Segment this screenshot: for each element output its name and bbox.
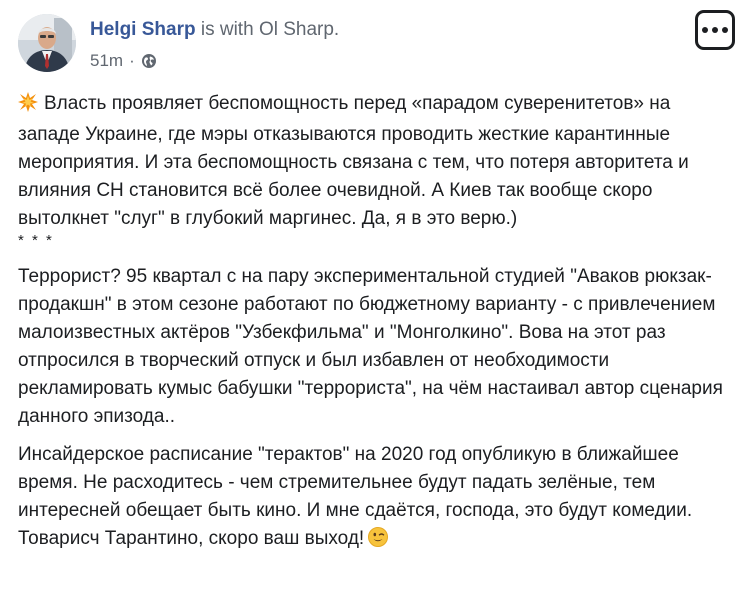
tagged-person[interactable]: Ol Sharp. xyxy=(259,19,339,40)
globe-icon[interactable] xyxy=(141,53,157,69)
facebook-post: Helgi Sharp is with Ol Sharp. 51m · Влас… xyxy=(0,0,740,590)
post-header: Helgi Sharp is with Ol Sharp. xyxy=(90,18,339,42)
avatar-photo xyxy=(18,14,76,72)
post-timestamp[interactable]: 51m xyxy=(90,50,123,72)
post-body: Власть проявляет беспомощность перед «па… xyxy=(18,90,730,556)
author-name[interactable]: Helgi Sharp xyxy=(90,19,196,40)
paragraph-3-text: Инсайдерское расписание "терактов" на 20… xyxy=(18,444,693,549)
post-paragraph: Террорист? 95 квартал с на пару эксперим… xyxy=(18,266,723,427)
with-text: is with xyxy=(200,19,254,40)
post-paragraph: Власть проявляет беспомощность перед «па… xyxy=(18,90,730,233)
more-options-button[interactable] xyxy=(695,10,735,50)
collision-emoji xyxy=(18,92,38,121)
winking-face-emoji xyxy=(368,527,389,556)
more-options-icon xyxy=(702,27,708,33)
post-paragraph: Инсайдерское расписание "терактов" на 20… xyxy=(18,441,730,556)
paragraph-1-text: Власть проявляет беспомощность перед «па… xyxy=(18,93,689,229)
avatar[interactable] xyxy=(18,14,76,72)
post-meta: 51m · xyxy=(90,50,157,72)
meta-separator: · xyxy=(129,51,135,70)
section-divider: * * * xyxy=(18,232,54,249)
